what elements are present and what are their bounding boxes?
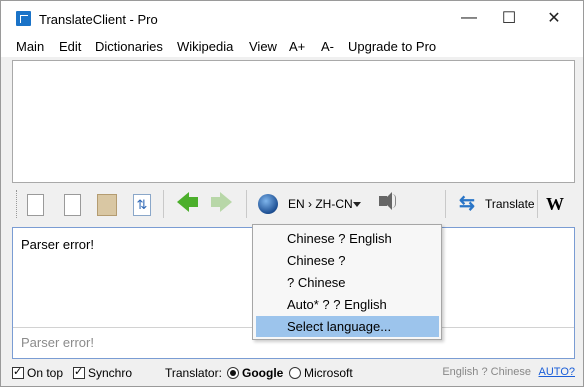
paste-icon[interactable] [97,194,117,216]
result-text: Parser error! [21,237,94,252]
dropdown-item[interactable]: ? Chinese [256,272,439,293]
menu-main[interactable]: Main [16,39,44,54]
synchro-checkbox[interactable] [73,365,85,379]
translator-label: Translator: [165,366,222,380]
window-title: TranslateClient - Pro [39,12,158,27]
language-pair-selector[interactable]: EN › ZH-CN [288,197,353,211]
dropdown-item[interactable]: Chinese ? English [256,228,439,249]
auto-detect-link[interactable]: AUTO? [539,366,575,378]
chevron-down-icon[interactable] [353,202,361,207]
menu-view[interactable]: View [249,39,277,54]
new-document-icon[interactable] [27,194,44,216]
dropdown-item[interactable]: Chinese ? [256,250,439,271]
microsoft-radio[interactable] [289,367,301,379]
menu-upgrade[interactable]: Upgrade to Pro [348,39,436,54]
menu-bar: Main Edit Dictionaries Wikipedia View A+… [1,35,583,57]
dropdown-item-select-language[interactable]: Select language... [256,316,439,337]
translate-icon[interactable]: ⇆ [457,194,477,214]
app-icon [16,11,31,26]
globe-icon[interactable] [258,194,278,214]
menu-font-decrease[interactable]: A- [321,39,334,54]
synchro-label[interactable]: Synchro [88,366,132,380]
source-text-area[interactable] [12,60,575,183]
forward-arrow-icon[interactable] [211,192,232,212]
title-bar: TranslateClient - Pro — ☐ ✕ [1,1,583,35]
translate-button[interactable]: Translate [485,197,535,211]
maximize-button[interactable]: ☐ [486,1,532,35]
close-button[interactable]: ✕ [531,1,577,35]
toolbar-separator [445,190,446,218]
google-label[interactable]: Google [242,366,283,380]
speaker-icon[interactable] [379,192,396,210]
status-bar: On top Synchro Translator: Google Micros… [1,362,583,386]
toolbar-separator [246,190,247,218]
language-pair-status: English ? Chinese [442,366,531,378]
toolbar-separator [537,190,538,218]
dropdown-item[interactable]: Auto* ? ? English [256,294,439,315]
on-top-label[interactable]: On top [27,366,63,380]
menu-edit[interactable]: Edit [59,39,81,54]
language-dropdown: Chinese ? English Chinese ? ? Chinese Au… [252,224,442,340]
menu-font-increase[interactable]: A+ [289,39,305,54]
result-placeholder: Parser error! [21,335,94,350]
microsoft-label[interactable]: Microsoft [304,366,353,380]
on-top-checkbox[interactable] [12,365,24,379]
wikipedia-icon[interactable]: W [546,194,564,215]
app-window: TranslateClient - Pro — ☐ ✕ Main Edit Di… [0,0,584,387]
copy-icon[interactable] [61,192,81,216]
refresh-icon[interactable]: ⇅ [133,194,151,216]
menu-wikipedia[interactable]: Wikipedia [177,39,233,54]
menu-dictionaries[interactable]: Dictionaries [95,39,163,54]
toolbar-grip[interactable] [16,190,19,218]
google-radio[interactable] [227,367,239,379]
toolbar-separator [163,190,164,218]
back-arrow-icon[interactable] [177,192,198,212]
